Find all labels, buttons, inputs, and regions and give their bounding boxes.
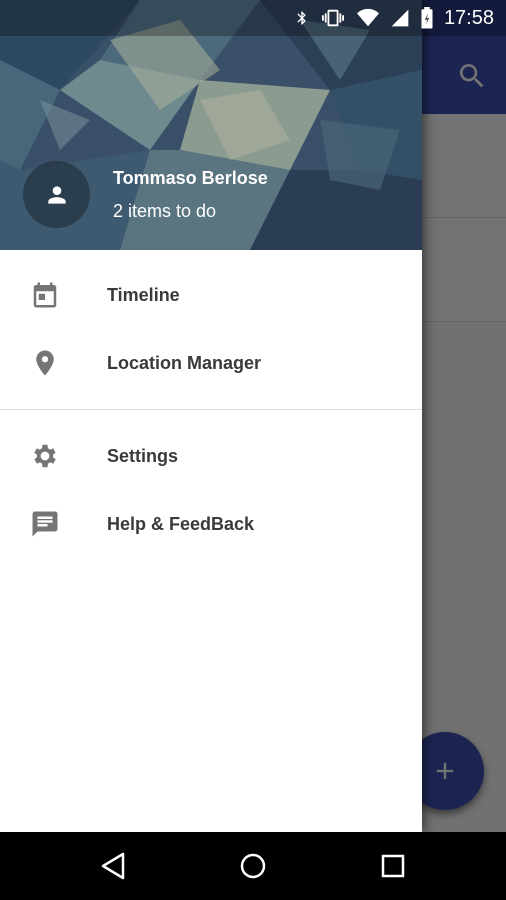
gear-icon [30,441,60,471]
calendar-icon [30,280,60,310]
drawer-item-label: Timeline [107,284,180,305]
system-nav-bar [0,832,506,900]
drawer-menu-secondary: Settings Help & FeedBack [0,410,422,558]
drawer-item-label: Help & FeedBack [107,513,255,534]
back-icon[interactable] [95,848,131,884]
vibrate-icon [320,7,346,29]
drawer-item-settings[interactable]: Settings [0,422,422,490]
drawer-item-location-manager[interactable]: Location Manager [0,329,422,397]
home-icon[interactable] [235,848,271,884]
drawer-item-timeline[interactable]: Timeline [0,261,422,329]
feedback-icon [30,509,60,539]
bluetooth-icon [294,7,310,29]
drawer-menu-primary: Timeline Location Manager [0,250,422,397]
navigation-drawer: Tommaso Berlose 2 items to do Timeline L… [0,0,422,832]
recents-icon[interactable] [375,848,411,884]
drawer-item-label: Location Manager [107,352,262,373]
status-time: 17:58 [443,6,494,29]
drawer-item-help-feedback[interactable]: Help & FeedBack [0,490,422,558]
drawer-item-label: Settings [107,445,179,466]
location-pin-icon [30,348,60,378]
avatar[interactable] [23,161,90,228]
items-to-do-count: 2 items to do [113,201,217,221]
status-bar: 17:58 [0,0,506,36]
drawer-menu: Timeline Location Manager Settings Help … [0,250,422,558]
signal-icon [390,8,410,28]
battery-icon [420,7,434,29]
person-icon [47,185,66,204]
wifi-icon [356,7,380,29]
drawer-header: Tommaso Berlose 2 items to do [0,0,422,250]
user-name: Tommaso Berlose [113,168,268,188]
